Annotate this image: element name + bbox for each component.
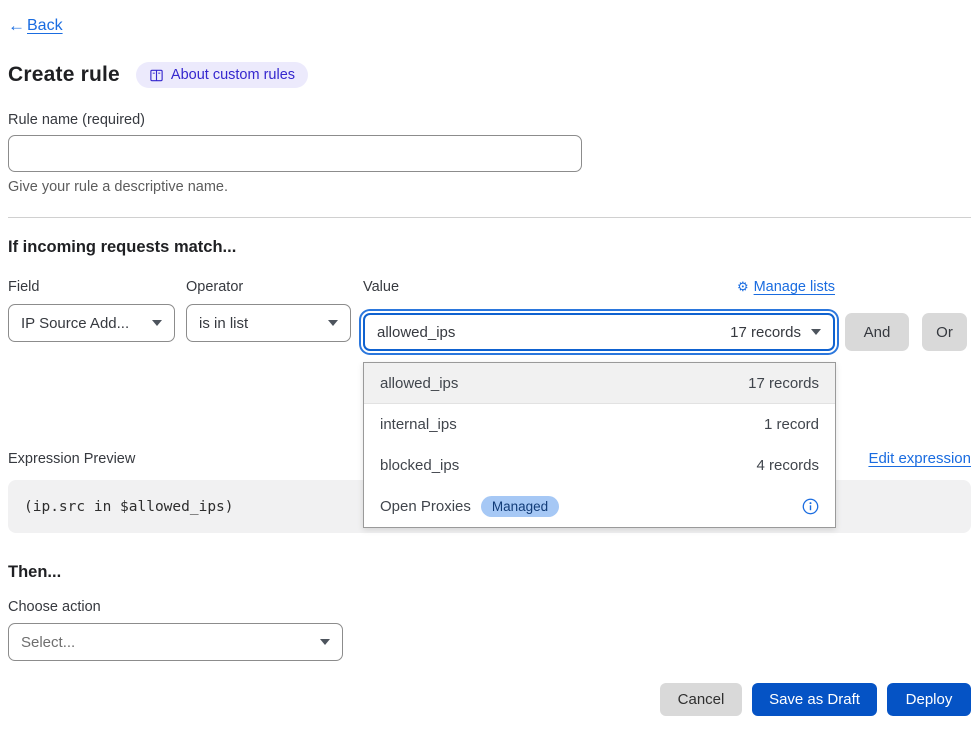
option-left: Open Proxies Managed [380, 496, 559, 517]
operator-select[interactable]: is in list [186, 304, 351, 342]
match-section-heading: If incoming requests match... [8, 238, 971, 257]
book-icon [149, 68, 164, 83]
chevron-down-icon [152, 320, 162, 326]
operator-select-value: is in list [199, 315, 318, 332]
section-divider [8, 217, 971, 218]
value-dropdown-panel: allowed_ips 17 records internal_ips 1 re… [363, 362, 836, 528]
rule-name-group: Rule name (required) Give your rule a de… [8, 112, 971, 195]
info-icon[interactable] [802, 498, 819, 515]
condition-row: Field IP Source Add... Operator is in li… [8, 279, 971, 351]
value-select-meta: 17 records [730, 324, 801, 341]
and-button[interactable]: And [845, 313, 909, 351]
chevron-down-icon [328, 320, 338, 326]
chevron-down-icon [320, 639, 330, 645]
field-label: Field [8, 279, 175, 295]
value-group: Value ⚙ Manage lists allowed_ips 17 reco… [363, 279, 835, 351]
value-label-row: Value ⚙ Manage lists [363, 279, 835, 304]
operator-label: Operator [186, 279, 351, 295]
option-name: Open Proxies [380, 498, 471, 515]
option-meta: 4 records [756, 457, 819, 474]
option-name: allowed_ips [380, 375, 458, 392]
choose-action-group: Choose action Select... [8, 599, 971, 661]
or-button[interactable]: Or [922, 313, 967, 351]
field-group: Field IP Source Add... [8, 279, 175, 342]
value-select-value: allowed_ips [377, 324, 720, 341]
dropdown-option-internal-ips[interactable]: internal_ips 1 record [364, 404, 835, 445]
field-select-value: IP Source Add... [21, 315, 142, 332]
gear-icon: ⚙ [737, 279, 749, 295]
option-meta: 1 record [764, 416, 819, 433]
page-title: Create rule [8, 63, 120, 87]
title-row: Create rule About custom rules [8, 62, 971, 88]
back-arrow-icon: ← [8, 16, 25, 36]
rule-name-help: Give your rule a descriptive name. [8, 179, 971, 195]
then-section-heading: Then... [8, 563, 971, 582]
manage-lists-link[interactable]: ⚙ Manage lists [737, 279, 835, 295]
value-label: Value [363, 279, 399, 295]
option-name: blocked_ips [380, 457, 459, 474]
rule-name-label: Rule name (required) [8, 112, 971, 128]
action-select[interactable]: Select... [8, 623, 343, 661]
choose-action-label: Choose action [8, 599, 971, 615]
option-name: internal_ips [380, 416, 457, 433]
about-badge-label: About custom rules [171, 67, 295, 83]
footer-actions: Cancel Save as Draft Deploy [8, 683, 971, 716]
expression-code: (ip.src in $allowed_ips) [24, 499, 234, 515]
managed-badge: Managed [481, 496, 559, 517]
option-meta: 17 records [748, 375, 819, 392]
rule-name-input[interactable] [8, 135, 582, 172]
value-select[interactable]: allowed_ips 17 records [363, 313, 835, 351]
back-label: Back [27, 17, 63, 35]
deploy-button[interactable]: Deploy [887, 683, 971, 716]
dropdown-option-blocked-ips[interactable]: blocked_ips 4 records [364, 445, 835, 486]
edit-expression-link[interactable]: Edit expression [868, 450, 971, 467]
chevron-down-icon [811, 329, 821, 335]
back-link[interactable]: ←Back [8, 16, 63, 36]
expression-preview-label: Expression Preview [8, 451, 135, 467]
manage-lists-label: Manage lists [754, 279, 835, 295]
save-as-draft-button[interactable]: Save as Draft [752, 683, 877, 716]
cancel-button[interactable]: Cancel [660, 683, 742, 716]
operator-group: Operator is in list [186, 279, 351, 342]
dropdown-option-allowed-ips[interactable]: allowed_ips 17 records [364, 363, 835, 404]
about-custom-rules-link[interactable]: About custom rules [136, 62, 308, 88]
action-select-placeholder: Select... [21, 634, 310, 651]
create-rule-page: ←Back Create rule About custom rules Rul… [0, 0, 979, 716]
dropdown-option-open-proxies[interactable]: Open Proxies Managed [364, 486, 835, 527]
field-select[interactable]: IP Source Add... [8, 304, 175, 342]
